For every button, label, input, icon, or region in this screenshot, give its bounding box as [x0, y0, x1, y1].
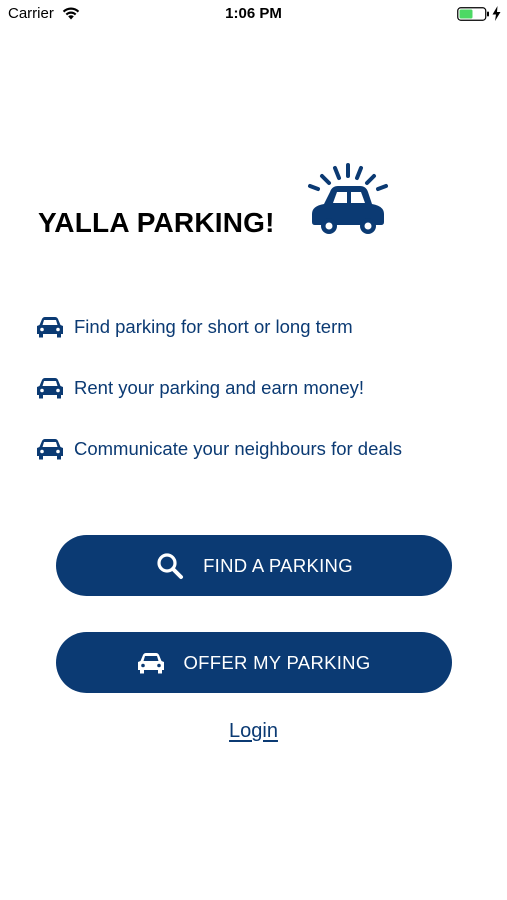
offer-parking-label: OFFER MY PARKING	[183, 651, 371, 673]
login-container: Login	[0, 720, 507, 743]
battery-icon	[457, 7, 489, 21]
car-icon	[37, 439, 63, 460]
clock-time: 1:06 PM	[225, 5, 282, 22]
feature-text: Rent your parking and earn money!	[74, 377, 365, 398]
car-icon	[37, 317, 63, 338]
feature-text: Communicate your neighbours for deals	[74, 438, 403, 459]
car-icon	[138, 652, 165, 673]
status-bar: Carrier 1:06 PM	[0, 0, 507, 28]
car-icon	[37, 378, 63, 399]
feature-item: Rent your parking and earn money!	[36, 373, 496, 434]
bolt-icon	[492, 6, 501, 21]
search-icon	[157, 552, 184, 579]
login-link[interactable]: Login	[229, 720, 278, 742]
feature-item: Communicate your neighbours for deals	[36, 434, 496, 495]
feature-list: Find parking for short or long term Rent…	[36, 312, 496, 495]
feature-text: Find parking for short or long term	[74, 316, 353, 337]
offer-parking-button[interactable]: OFFER MY PARKING	[56, 632, 452, 693]
find-parking-label: FIND A PARKING	[203, 554, 353, 576]
car-alarm-icon	[308, 163, 388, 234]
feature-item: Find parking for short or long term	[36, 312, 496, 373]
app-title: YALLA PARKING!	[38, 207, 275, 238]
find-parking-button[interactable]: FIND A PARKING	[56, 535, 452, 596]
